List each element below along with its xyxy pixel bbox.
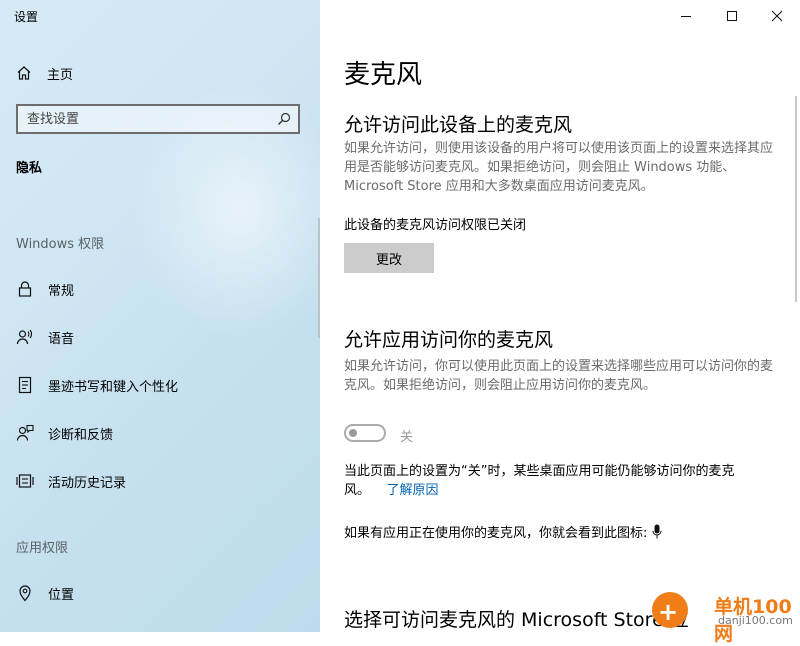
app-access-heading: 允许应用访问你的麦克风 [344,329,554,351]
sidebar-item-label: 活动历史记录 [48,475,127,491]
toggle-state-label: 关 [400,430,414,445]
watermark-url: danji100.com [718,614,793,627]
sidebar-item-activity-history[interactable]: 活动历史记录 [16,469,126,493]
search-input[interactable] [18,110,276,128]
store-apps-heading: 选择可访问麦克风的 Microsoft Store 应 [344,609,689,631]
home-label: 主页 [47,67,74,83]
inking-icon [16,376,34,394]
current-section-title: 隐私 [16,161,43,176]
device-access-description: 如果允许访问，则使用该设备的用户将可以使用该页面上的设置来选择其应用是否能够访问… [344,141,774,194]
group-label-app-permissions: 应用权限 [16,541,69,556]
feedback-icon [16,424,34,442]
device-access-heading: 允许访问此设备上的麦克风 [344,114,573,136]
page-title: 麦克风 [344,60,423,90]
sidebar-item-feedback[interactable]: 诊断和反馈 [16,421,113,445]
sidebar-item-label: 诊断和反馈 [48,427,114,443]
watermark-logo: + 单机100网 danji100.com [652,590,800,645]
watermark-icon: + [652,592,688,628]
sidebar-item-label: 位置 [48,587,75,603]
app-access-toggle[interactable] [344,424,386,442]
sidebar-item-label: 语音 [48,331,75,347]
sidebar-item-general[interactable]: 常规 [16,277,74,301]
app-title: 设置 [14,10,39,24]
activity-history-icon [16,472,34,490]
microphone-icon [652,524,662,541]
group-label-windows-permissions: Windows 权限 [16,237,105,252]
main-scrollbar[interactable] [795,96,797,302]
search-box[interactable] [16,104,300,134]
icon-note: 如果有应用正在使用你的麦克风，你就会看到此图标: [344,524,774,543]
speech-icon [16,328,34,346]
sidebar-item-location[interactable]: 位置 [16,581,74,605]
change-button[interactable]: 更改 [344,243,434,273]
app-access-description: 如果允许访问，你可以使用此页面上的设置来选择哪些应用可以访问你的麦克风。如果拒绝… [344,359,774,393]
search-icon[interactable] [276,111,292,127]
location-icon [16,584,34,602]
sidebar: 设置 主页 隐私 Windows 权限 常规 语音 墨迹书写和键入个性化 [0,0,320,632]
icon-note-text: 如果有应用正在使用你的麦克风，你就会看到此图标: [344,526,648,541]
learn-more-link[interactable]: 了解原因 [387,483,439,498]
desktop-apps-note: 当此页面上的设置为“关”时，某些桌面应用可能仍能够访问你的麦克风。 了解原因 [344,462,774,500]
home-icon [16,65,32,81]
toggle-knob [349,429,357,437]
sidebar-item-speech[interactable]: 语音 [16,325,74,349]
sidebar-item-label: 墨迹书写和键入个性化 [48,379,179,395]
home-nav-item[interactable]: 主页 [16,62,73,84]
sidebar-item-inking[interactable]: 墨迹书写和键入个性化 [16,373,178,397]
main-content: 麦克风 允许访问此设备上的麦克风 如果允许访问，则使用该设备的用户将可以使用该页… [320,0,800,632]
device-access-status: 此设备的麦克风访问权限已关闭 [344,218,527,233]
sidebar-item-label: 常规 [48,283,75,299]
lock-icon [16,280,34,298]
